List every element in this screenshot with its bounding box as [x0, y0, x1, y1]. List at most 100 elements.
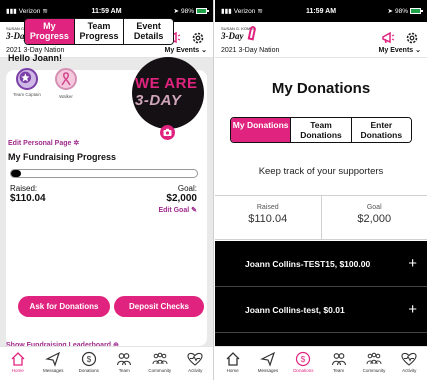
- tab-my-progress[interactable]: My Progress: [25, 19, 74, 44]
- heart-pulse-icon: [187, 352, 203, 366]
- list-item[interactable]: Joann Collins-TEST15, $100.00 +: [215, 241, 427, 287]
- raised-value: $110.04: [10, 193, 46, 204]
- avatar[interactable]: WE ARE 3-DAY: [132, 57, 204, 129]
- progress-tabs: My Progress Team Progress Event Details: [24, 18, 174, 45]
- goal-stat-value: $2,000: [357, 213, 392, 225]
- nav-messages[interactable]: Messages: [36, 347, 72, 380]
- send-icon: [260, 351, 276, 367]
- goal-stat-label: Goal: [366, 204, 382, 211]
- avatar-text-line2: 3-DAY: [135, 92, 182, 109]
- goal-stat: Goal $2,000: [320, 196, 427, 239]
- heart-pulse-icon: [401, 352, 417, 366]
- nav-messages[interactable]: Messages: [250, 347, 285, 380]
- gear-icon[interactable]: [191, 31, 205, 45]
- battery-icon: [410, 8, 423, 14]
- edit-personal-page-link[interactable]: Edit Personal Page ✲: [8, 139, 79, 147]
- nav-community[interactable]: Community: [356, 347, 391, 380]
- edit-personal-page-label: Edit Personal Page: [8, 140, 72, 147]
- team-captain-label: Team Captain: [13, 92, 41, 97]
- nav-messages-label: Messages: [257, 368, 279, 373]
- donation-list[interactable]: Joann Collins-TEST15, $100.00 + Joann Co…: [215, 241, 427, 379]
- nav-activity[interactable]: Activity: [392, 347, 427, 380]
- nav-donations-label: Donations: [293, 368, 314, 373]
- donation-label: Joann Collins-TEST15, $100.00: [245, 258, 371, 269]
- star-icon: [19, 71, 32, 84]
- nav-home-label: Home: [226, 368, 239, 373]
- deposit-checks-button[interactable]: Deposit Checks: [114, 296, 204, 317]
- walker-label: Walker: [59, 94, 73, 99]
- nav-activity[interactable]: Activity: [178, 347, 214, 380]
- tab-team-donations[interactable]: Team Donations: [290, 118, 351, 142]
- chevron-down-icon: ⌄: [201, 47, 207, 54]
- app-header: SUSAN G. KOMEN 3-Day 2021 3-Day Nation M…: [215, 22, 427, 58]
- fundraising-title: My Fundraising Progress: [8, 152, 117, 162]
- nav-donations-label: Donations: [78, 368, 99, 373]
- progress-fill: [11, 170, 22, 177]
- goal-label: Goal:: [177, 184, 197, 193]
- donations-subtitle: Keep track of your supporters: [258, 166, 384, 177]
- svg-text:$: $: [301, 355, 306, 364]
- edit-goal-link[interactable]: Edit Goal ✎: [158, 206, 197, 214]
- dollar-icon: $: [81, 351, 96, 367]
- nav-messages-label: Messages: [42, 368, 64, 373]
- nav-team[interactable]: Team: [107, 347, 143, 380]
- change-photo-button[interactable]: [160, 125, 175, 140]
- bottom-nav: Home Messages $ Donations Team Community…: [0, 346, 213, 380]
- nav-team-label: Team: [333, 368, 345, 373]
- nav-community-label: Community: [362, 368, 386, 373]
- edit-goal-label: Edit Goal: [158, 207, 190, 214]
- send-icon: [45, 351, 61, 367]
- community-icon: [152, 352, 168, 365]
- team-icon: [331, 353, 346, 366]
- tab-enter-donations[interactable]: Enter Donations: [350, 118, 411, 142]
- expand-plus-icon[interactable]: +: [408, 301, 417, 318]
- my-events-label: My Events: [164, 47, 200, 54]
- fundraising-progress-bar: [10, 169, 198, 178]
- nav-team-label: Team: [118, 368, 130, 373]
- megaphone-icon[interactable]: [381, 31, 395, 45]
- tab-event-details[interactable]: Event Details: [123, 19, 173, 44]
- gear-icon[interactable]: [405, 31, 419, 45]
- walker-ribbon-icon: [61, 72, 71, 86]
- home-icon: [11, 352, 25, 366]
- tab-my-donations[interactable]: My Donations: [231, 118, 291, 142]
- avatar-text-line1: WE ARE: [135, 75, 198, 92]
- ask-for-donations-button[interactable]: Ask for Donations: [18, 296, 110, 317]
- nav-team[interactable]: Team: [321, 347, 356, 380]
- donation-tabs: My Donations Team Donations Enter Donati…: [230, 117, 412, 143]
- status-time: 11:59 AM: [91, 7, 122, 15]
- camera-icon: [163, 128, 172, 136]
- tab-team-progress[interactable]: Team Progress: [73, 19, 124, 44]
- list-item[interactable]: Joann Collins-test, $0.01 +: [215, 287, 427, 333]
- community-icon: [366, 352, 382, 365]
- my-events-dropdown[interactable]: My Events ⌄: [379, 46, 421, 54]
- my-events-dropdown[interactable]: My Events ⌄: [165, 46, 207, 54]
- raised-stat-value: $110.04: [248, 213, 288, 225]
- team-captain-badge: [16, 68, 38, 90]
- donations-screen: ▮▮▮ Verizon ≋ 11:59 AM ➤ 98% SUSAN G. KO…: [215, 0, 427, 380]
- donation-label: Joann Collins-test, $0.01: [245, 304, 345, 315]
- status-time: 11:59 AM: [305, 7, 337, 15]
- goal-value: $2,000: [166, 193, 197, 204]
- donation-stats: Raised $110.04 Goal $2,000: [215, 195, 427, 240]
- nav-home-label: Home: [11, 368, 24, 373]
- bottom-nav: Home Messages $ Donations Team Community…: [215, 346, 427, 380]
- greeting: Hello Joann!: [8, 53, 63, 63]
- event-name: 2021 3-Day Nation: [221, 47, 280, 54]
- raised-stat-label: Raised: [256, 204, 279, 211]
- nav-community[interactable]: Community: [142, 347, 178, 380]
- svg-text:$: $: [87, 355, 92, 364]
- home-icon: [226, 352, 240, 366]
- dollar-icon: $: [296, 351, 311, 367]
- status-bar: ▮▮▮ Verizon ≋ 11:59 AM ➤ 98%: [215, 0, 427, 22]
- nav-home[interactable]: Home: [215, 347, 250, 380]
- nav-donations[interactable]: $ Donations: [286, 347, 321, 380]
- walker-badge: [55, 68, 77, 90]
- nav-donations[interactable]: $ Donations: [71, 347, 107, 380]
- nav-activity-label: Activity: [188, 368, 203, 373]
- nav-community-label: Community: [148, 368, 172, 373]
- my-events-label: My Events: [378, 47, 414, 54]
- page-title: My Donations: [271, 80, 371, 97]
- nav-home[interactable]: Home: [0, 347, 36, 380]
- expand-plus-icon[interactable]: +: [408, 255, 417, 272]
